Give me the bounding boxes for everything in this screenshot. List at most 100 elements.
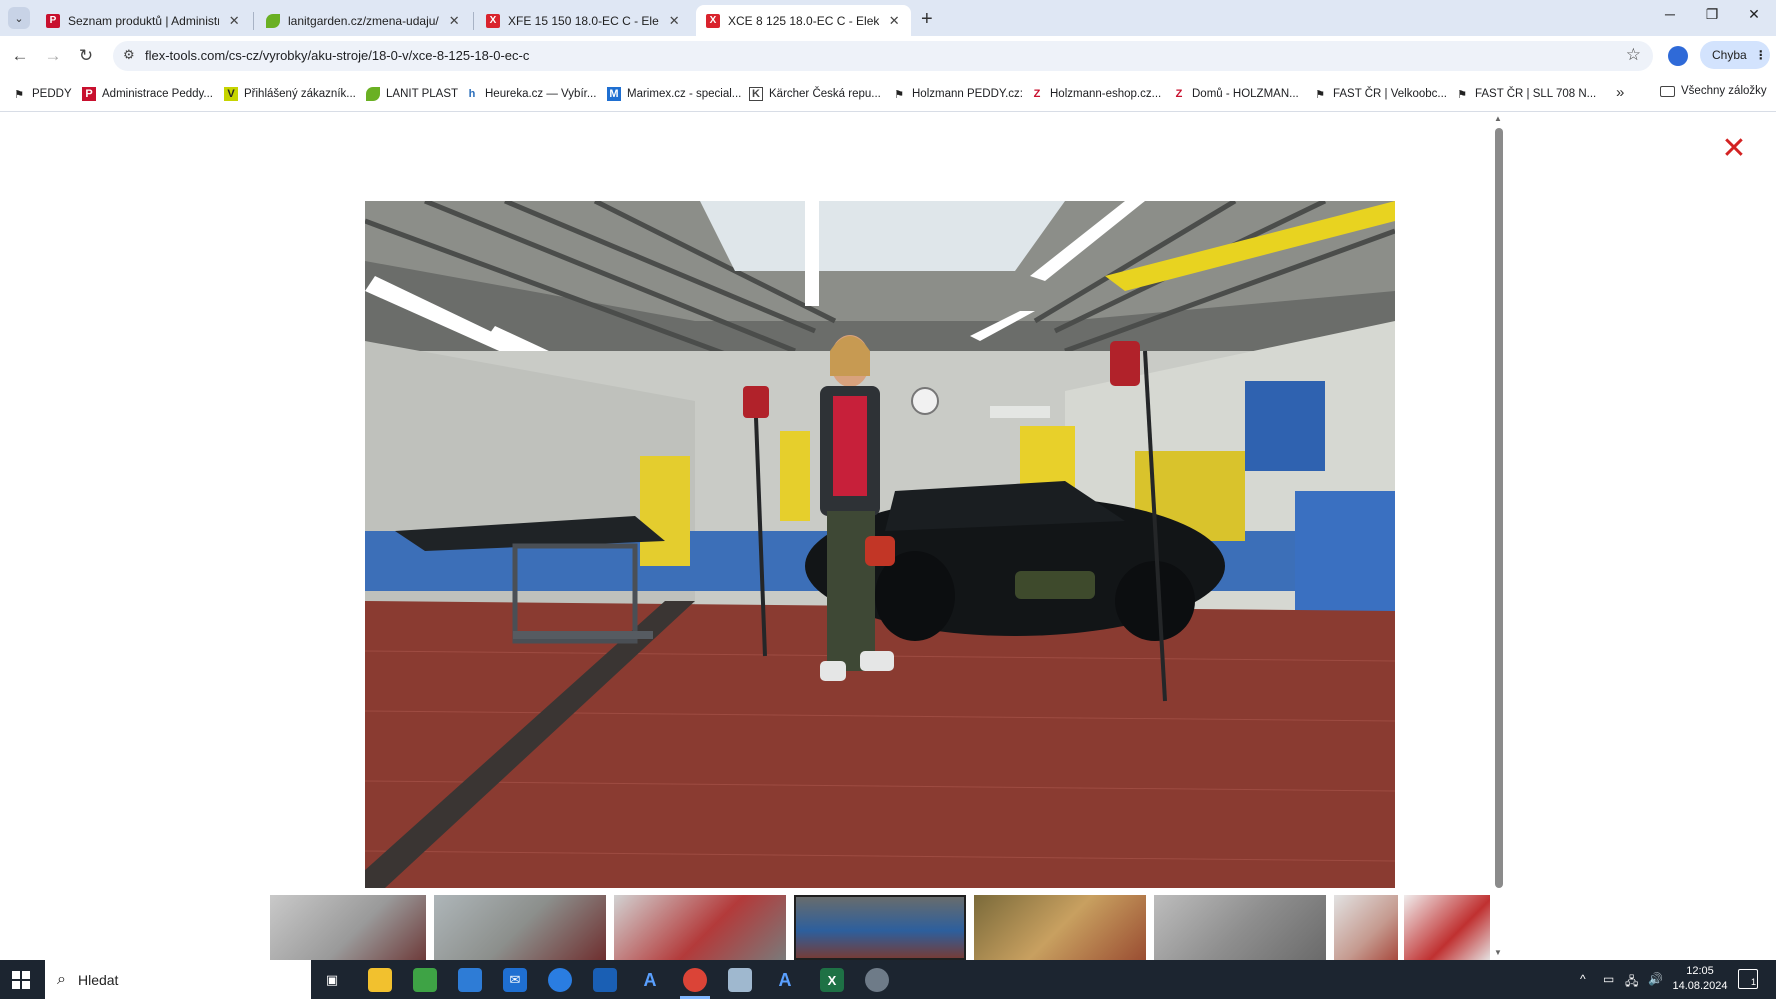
taskbar-clock[interactable]: 12:05 14.08.2024 (1665, 964, 1735, 994)
tab-lanitgarden[interactable]: lanitgarden.cz/zmena-udaju/ ✕ (256, 5, 471, 36)
app-a-icon[interactable]: A (773, 968, 797, 992)
taskbar-search-box[interactable]: ⌕ Hledat (45, 960, 311, 999)
thumbnail[interactable] (1334, 895, 1398, 960)
taskbar-search-placeholder: Hledat (77, 971, 119, 988)
store-icon[interactable] (458, 968, 482, 992)
leaf-icon (266, 13, 280, 28)
bookmark-heureka[interactable]: h Heureka.cz — Vybír... (465, 85, 597, 103)
volume-icon[interactable]: 🔊 (1648, 972, 1663, 986)
close-tab-icon[interactable]: ✕ (447, 13, 461, 29)
app-a-icon[interactable]: A (638, 968, 662, 992)
bookmark-karcher[interactable]: K Kärcher Česká repu... (749, 85, 881, 103)
bookmark-label: FAST ČR | Velkoobc... (1333, 88, 1447, 100)
main-product-photo (365, 201, 1395, 888)
close-window-button[interactable]: ✕ (1734, 6, 1774, 23)
bookmark-label: Holzmann PEDDY.cz: (912, 88, 1023, 100)
peddy-flag-icon: ⚑ (1457, 88, 1467, 101)
bookmark-label: Kärcher Česká repu... (769, 88, 881, 100)
excel-icon[interactable]: X (820, 968, 844, 992)
restore-button[interactable]: ❐ (1692, 6, 1732, 23)
notifications-icon[interactable]: 1 (1738, 969, 1758, 989)
tab-title: XCE 8 125 18.0-EC C - Elektrick (728, 13, 880, 28)
thumbnail[interactable] (1154, 895, 1326, 960)
profile-error-button[interactable]: Chyba ⋮ (1700, 41, 1770, 69)
bookmark-prihlaseny-zakaznik[interactable]: V Přihlášený zákazník... (224, 85, 356, 103)
clock-time: 12:05 (1686, 965, 1714, 977)
thumbnail-selected[interactable] (794, 895, 966, 960)
folder-icon (1660, 85, 1675, 97)
tab-bar: ⌄ P Seznam produktů | Administrac ✕ lani… (0, 0, 1776, 36)
tab-xce-8-125[interactable]: X XCE 8 125 18.0-EC C - Elektrick ✕ (696, 5, 911, 36)
bookmark-label: Holzmann-eshop.cz... (1050, 88, 1162, 100)
taskbar: ⌕ Hledat ▣ ✉ A A X ^ ▭ 🖧 🔊 12:05 14.08.2… (0, 960, 1776, 999)
peddy-flag-icon: ⚑ (894, 88, 904, 101)
address-bar[interactable]: ⚙ flex-tools.com/cs-cz/vyrobky/aku-stroj… (113, 41, 1653, 71)
windows-start-button[interactable] (12, 971, 30, 989)
scroll-down-arrow-icon[interactable]: ▼ (1494, 948, 1502, 957)
minimize-button[interactable]: ─ (1650, 6, 1690, 22)
clock-date: 14.08.2024 (1672, 980, 1728, 992)
bookmark-peddy[interactable]: ⚑ PEDDY (12, 85, 72, 103)
calculator-app-icon[interactable] (413, 968, 437, 992)
bookmark-administrace-peddy[interactable]: P Administrace Peddy... (82, 85, 213, 103)
new-tab-button[interactable]: + (921, 8, 933, 31)
notification-count: 1 (1750, 977, 1756, 987)
scrollbar-thumb[interactable] (1495, 128, 1503, 888)
bookmark-lanit-plast[interactable]: LANIT PLAST (366, 85, 458, 103)
marimex-icon: M (607, 87, 621, 101)
search-icon: ⌕ (57, 970, 66, 988)
profile-avatar[interactable] (1668, 46, 1688, 66)
close-tab-icon[interactable]: ✕ (667, 13, 681, 29)
lightbox-overlay: ✕ ▲ ▼ (0, 112, 1776, 960)
bookmark-holzmann-eshop[interactable]: Z Holzmann-eshop.cz... (1030, 85, 1162, 103)
close-tab-icon[interactable]: ✕ (887, 13, 901, 29)
bookmark-fast-velkoobchod[interactable]: ⚑ FAST ČR | Velkoobc... (1313, 85, 1447, 103)
network-icon[interactable]: 🖧 (1625, 972, 1638, 993)
utility-app-icon[interactable] (865, 968, 889, 992)
bookmark-fast-sll[interactable]: ⚑ FAST ČR | SLL 708 N... (1455, 85, 1596, 103)
bookmark-label: PEDDY (32, 88, 72, 100)
mail-icon[interactable]: ✉ (503, 968, 527, 992)
bookmarks-bar: ⚑ PEDDY P Administrace Peddy... V Přihlá… (0, 76, 1776, 112)
leaf-icon (366, 87, 380, 101)
bookmark-label: Administrace Peddy... (102, 88, 214, 100)
holzmann-icon: Z (1033, 88, 1041, 100)
chrome-icon[interactable] (683, 968, 707, 992)
v-icon: V (224, 87, 238, 101)
tray-device-icon[interactable]: ▭ (1603, 972, 1614, 986)
thumbnail[interactable] (1404, 895, 1490, 960)
close-icon[interactable]: ✕ (1720, 134, 1748, 164)
task-view-icon[interactable]: ▣ (320, 968, 344, 992)
site-info-icon[interactable]: ⚙ (123, 47, 135, 63)
close-tab-icon[interactable]: ✕ (227, 13, 241, 29)
bookmark-label: Přihlášený zákazník... (244, 88, 356, 100)
forward-button[interactable]: → (42, 46, 64, 66)
bookmark-holzmann-peddy[interactable]: ⚑ Holzmann PEDDY.cz: (892, 85, 1023, 103)
bookmark-marimex[interactable]: M Marimex.cz - special... (607, 85, 741, 103)
thumbnail-strip (270, 895, 1490, 960)
bookmark-star-icon[interactable]: ☆ (1626, 45, 1641, 65)
more-menu-icon[interactable]: ⋮ (1755, 48, 1767, 62)
tab-xfe-15-150[interactable]: X XFE 15 150 18.0-EC C - Elektrick ✕ (476, 5, 691, 36)
tray-chevron-icon[interactable]: ^ (1580, 972, 1586, 986)
tab-separator (253, 12, 254, 30)
edge-icon[interactable] (548, 968, 572, 992)
thumbnail[interactable] (974, 895, 1146, 960)
bookmark-label: Marimex.cz - special... (627, 88, 742, 100)
tab-seznam-produktu[interactable]: P Seznam produktů | Administrac ✕ (36, 5, 251, 36)
bookmark-domu-holzmann[interactable]: Z Domů - HOLZMAN... (1172, 85, 1299, 103)
thumbnail[interactable] (434, 895, 606, 960)
notepad-icon[interactable] (728, 968, 752, 992)
thumbnail[interactable] (614, 895, 786, 960)
reload-button[interactable]: ↻ (75, 46, 97, 66)
peddy-flag-icon: ⚑ (14, 88, 24, 101)
all-bookmarks-button[interactable]: Všechny záložky (1660, 85, 1767, 97)
tab-search-button[interactable]: ⌄ (8, 7, 30, 29)
file-explorer-icon[interactable] (368, 968, 392, 992)
scroll-up-arrow-icon[interactable]: ▲ (1494, 114, 1502, 123)
thumbnail[interactable] (270, 895, 426, 960)
outlook-icon[interactable] (593, 968, 617, 992)
url-text[interactable]: flex-tools.com/cs-cz/vyrobky/aku-stroje/… (145, 48, 529, 63)
bookmarks-overflow-button[interactable]: » (1616, 84, 1624, 101)
back-button[interactable]: ← (9, 46, 31, 66)
